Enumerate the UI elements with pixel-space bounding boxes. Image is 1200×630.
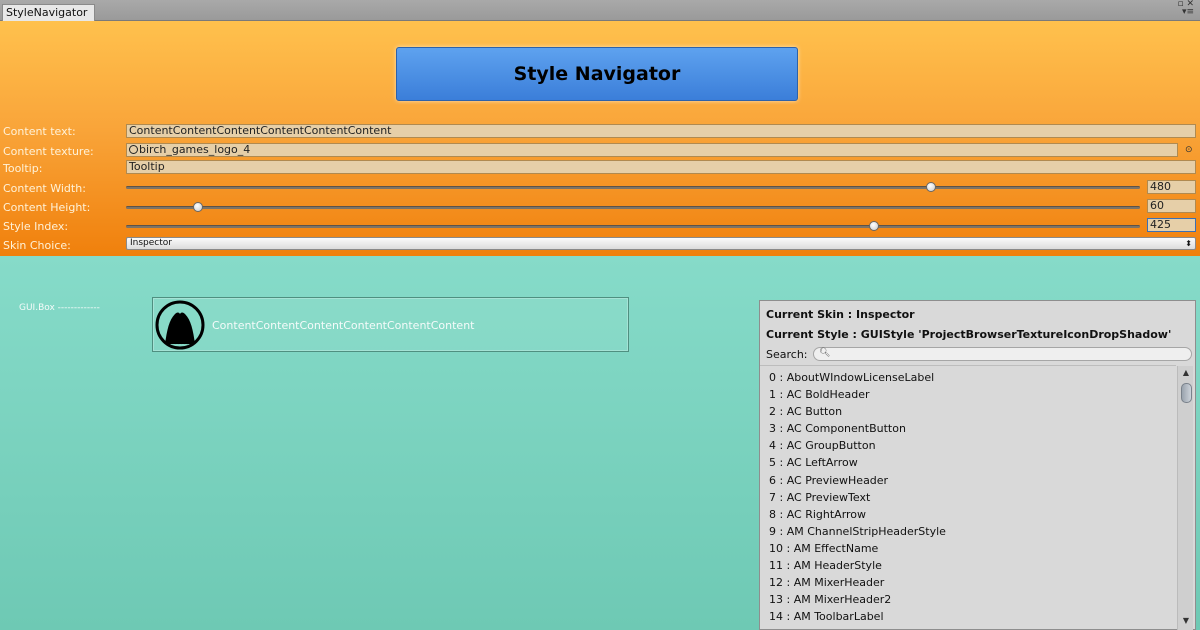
- skin-choice-label: Skin Choice:: [3, 239, 71, 252]
- content-texture-value: birch_games_logo_4: [139, 143, 251, 156]
- current-skin-heading: Current Skin : Inspector: [766, 308, 915, 321]
- gui-box-preview: ContentContentContentContentContentConte…: [152, 297, 629, 352]
- style-list-item[interactable]: 6 : AC PreviewHeader: [760, 472, 1176, 489]
- tooltip-label: Tooltip:: [3, 162, 43, 175]
- dropdown-arrow-icon: ⬍: [1185, 239, 1192, 248]
- content-texture-label: Content texture:: [3, 145, 94, 158]
- style-list-item[interactable]: 5 : AC LeftArrow: [760, 454, 1176, 471]
- style-list-item[interactable]: 0 : AboutWIndowLicenseLabel: [760, 369, 1176, 386]
- style-list-item[interactable]: 13 : AM MixerHeader2: [760, 591, 1176, 608]
- style-list-item[interactable]: 2 : AC Button: [760, 403, 1176, 420]
- style-list-item[interactable]: 12 : AM MixerHeader: [760, 574, 1176, 591]
- content-width-label: Content Width:: [3, 182, 86, 195]
- content-text-label: Content text:: [3, 125, 76, 138]
- preview-area: GUI.Box ------------- ContentContentCont…: [0, 256, 1200, 630]
- tooltip-field[interactable]: Tooltip: [126, 160, 1196, 174]
- scroll-down-arrow-icon[interactable]: ▼: [1180, 616, 1192, 628]
- search-icon: 🔍︎: [819, 348, 831, 358]
- style-list-item[interactable]: 14 : AM ToolbarLabel: [760, 608, 1176, 625]
- window-tab-title: StyleNavigator: [6, 6, 88, 19]
- skin-choice-value: Inspector: [130, 238, 172, 248]
- settings-header: Style Navigator Content text: ContentCon…: [0, 21, 1200, 256]
- style-list-item[interactable]: 10 : AM EffectName: [760, 540, 1176, 557]
- scroll-up-arrow-icon[interactable]: ▲: [1180, 368, 1192, 380]
- content-width-input[interactable]: 480: [1147, 180, 1196, 194]
- content-texture-field[interactable]: birch_games_logo_4: [126, 143, 1178, 157]
- style-list-item[interactable]: 4 : AC GroupButton: [760, 437, 1176, 454]
- content-text-field[interactable]: ContentContentContentContentContentConte…: [126, 124, 1196, 138]
- style-list-item[interactable]: 3 : AC ComponentButton: [760, 420, 1176, 437]
- style-list[interactable]: 0 : AboutWIndowLicenseLabel 1 : AC BoldHe…: [760, 365, 1176, 630]
- birch-games-logo-icon: [155, 300, 205, 350]
- content-width-slider[interactable]: [126, 186, 1140, 189]
- object-picker-icon[interactable]: ⊙: [1185, 145, 1193, 155]
- current-style-heading: Current Style : GUIStyle 'ProjectBrowser…: [766, 328, 1172, 341]
- style-index-label: Style Index:: [3, 220, 69, 233]
- style-index-slider-thumb[interactable]: [869, 221, 880, 231]
- texture-circle-icon: [129, 145, 138, 154]
- skin-choice-dropdown[interactable]: Inspector ⬍: [126, 237, 1196, 250]
- style-index-slider[interactable]: [126, 225, 1140, 228]
- style-list-item[interactable]: 1 : AC BoldHeader: [760, 386, 1176, 403]
- gui-box-label: GUI.Box -------------: [19, 303, 100, 313]
- content-width-slider-thumb[interactable]: [926, 182, 937, 192]
- content-height-input[interactable]: 60: [1147, 199, 1196, 213]
- preview-content-text: ContentContentContentContentContentConte…: [212, 319, 475, 332]
- style-list-scrollbar[interactable]: ▲ ▼: [1177, 366, 1193, 630]
- search-input[interactable]: 🔍︎: [813, 347, 1192, 361]
- style-list-item[interactable]: 7 : AC PreviewText: [760, 489, 1176, 506]
- window-tab-bar: StyleNavigator ▫ ✕ ▾≡: [0, 0, 1200, 21]
- style-navigator-title-button[interactable]: Style Navigator: [396, 47, 798, 101]
- content-height-label: Content Height:: [3, 201, 91, 214]
- scrollbar-thumb[interactable]: [1181, 383, 1192, 403]
- window-tab[interactable]: StyleNavigator: [2, 4, 95, 21]
- style-list-item[interactable]: 9 : AM ChannelStripHeaderStyle: [760, 523, 1176, 540]
- style-list-panel: Current Skin : Inspector Current Style :…: [759, 300, 1196, 630]
- style-list-item[interactable]: 8 : AC RightArrow: [760, 506, 1176, 523]
- content-height-slider[interactable]: [126, 206, 1140, 209]
- style-index-input[interactable]: 425: [1147, 218, 1196, 232]
- search-label: Search:: [766, 348, 808, 361]
- content-height-slider-thumb[interactable]: [192, 202, 203, 212]
- window-menu-icon[interactable]: ▫ ✕ ▾≡: [1177, 0, 1194, 17]
- style-list-item[interactable]: 11 : AM HeaderStyle: [760, 557, 1176, 574]
